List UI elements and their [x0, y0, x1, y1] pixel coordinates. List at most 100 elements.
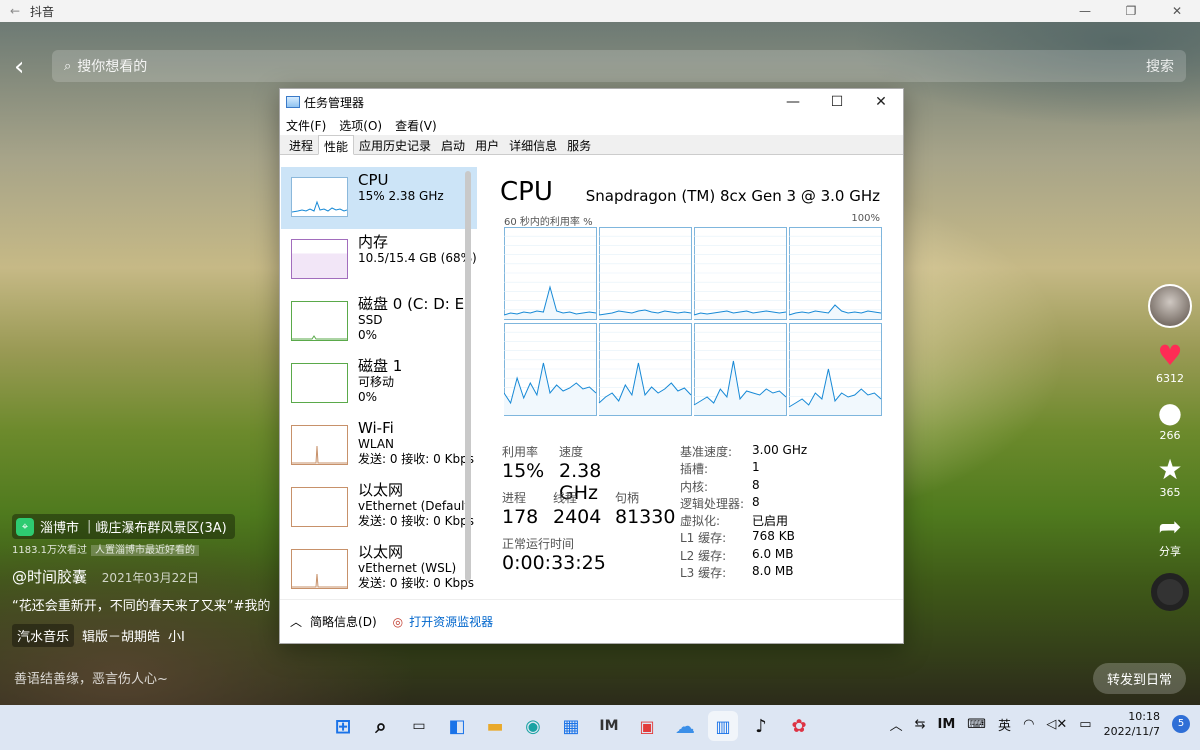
- cpu-core-graph-frame: [694, 227, 787, 320]
- video-description: “花还会重新开，不同的春天来了又来”#我的: [12, 599, 271, 614]
- windows-start-icon[interactable]: ⊞: [328, 711, 358, 741]
- minimize-button[interactable]: —: [1062, 4, 1108, 18]
- tab-details[interactable]: 详细信息: [504, 135, 562, 154]
- mute-speaker-icon[interactable]: ◁✕: [1046, 717, 1067, 732]
- resource-list-scrollbar[interactable]: [465, 171, 471, 581]
- share-button[interactable]: ➦ 分享: [1140, 511, 1200, 559]
- music-tag: 汽水音乐: [12, 624, 75, 647]
- resource-ethernet-default[interactable]: 以太网 vEthernet (Default 发送: 0 接收: 0 Kbps: [281, 477, 477, 539]
- location-visits: 1183.1万次看过 人置淄博市最近好看的: [12, 541, 270, 556]
- resource-disk0[interactable]: 磁盘 0 (C: D: E: SSD 0%: [281, 291, 477, 353]
- share-label: 分享: [1159, 545, 1181, 558]
- task-manager-taskbar-icon[interactable]: ▥: [708, 711, 738, 741]
- battery-icon[interactable]: ▭: [1079, 717, 1091, 732]
- comment-icon: ●: [1157, 396, 1183, 429]
- share-arrow-icon: ➦: [1158, 510, 1182, 543]
- cpu-core-graphs: [504, 227, 882, 419]
- tab-app-history[interactable]: 应用历史记录: [354, 135, 436, 154]
- wifi-thumbnail: [291, 425, 348, 465]
- favorite-count: 365: [1159, 486, 1181, 499]
- tm-minimize-button[interactable]: —: [771, 94, 815, 110]
- wifi-icon[interactable]: ◠: [1023, 717, 1034, 732]
- resource-cpu[interactable]: CPU 15% 2.38 GHz: [281, 167, 477, 229]
- post-date: 2021年03月22日: [101, 571, 199, 585]
- music-info[interactable]: 汽水音乐 辑版－胡期皓 小I: [12, 624, 270, 647]
- back-arrow-icon[interactable]: ←: [0, 4, 30, 18]
- tm-close-button[interactable]: ✕: [859, 94, 903, 110]
- cpu-core-graph-frame: [599, 227, 692, 320]
- file-explorer-icon[interactable]: ▬: [480, 711, 510, 741]
- star-icon: ★: [1157, 453, 1183, 486]
- task-view-icon[interactable]: ▭: [404, 711, 434, 741]
- like-button[interactable]: ♥ 6312: [1140, 340, 1200, 386]
- fewer-details-button[interactable]: 简略信息(D): [310, 613, 377, 630]
- resource-ethernet-wsl[interactable]: 以太网 vEthernet (WSL) 发送: 0 接收: 0 Kbps: [281, 539, 477, 599]
- tm-menubar: 文件(F) 选项(O) 查看(V): [280, 115, 903, 135]
- cpu-model: Snapdragon (TM) 8cx Gen 3 @ 3.0 GHz: [585, 187, 880, 205]
- stat-uptime: 正常运行时间 0:00:33:25: [502, 537, 606, 574]
- keyboard-icon[interactable]: ⌨: [967, 717, 986, 732]
- chevron-up-icon[interactable]: ︿: [290, 613, 302, 630]
- chevron-up-tray-icon[interactable]: ︿: [890, 715, 903, 734]
- clock[interactable]: 10:18 2022/11/7: [1104, 709, 1160, 739]
- music-artist: 小I: [168, 630, 185, 645]
- search-icon[interactable]: ⌕: [366, 711, 396, 741]
- tab-startup[interactable]: 启动: [436, 135, 470, 154]
- close-button[interactable]: ✕: [1154, 4, 1200, 18]
- tab-performance[interactable]: 性能: [318, 135, 355, 155]
- stat-processes: 进程 178: [502, 491, 539, 528]
- app-m-icon[interactable]: IM: [594, 711, 624, 741]
- author-name[interactable]: @时间胶囊 2021年03月22日: [12, 566, 270, 587]
- util-graph-label: 60 秒内的利用率 %: [504, 217, 593, 228]
- menu-options[interactable]: 选项(O): [339, 117, 382, 134]
- forward-button[interactable]: 转发到日常: [1092, 663, 1186, 694]
- notification-badge[interactable]: 5: [1172, 715, 1190, 733]
- window-title: 抖音: [30, 4, 55, 19]
- open-resource-monitor-link[interactable]: 打开资源监视器: [409, 613, 493, 630]
- widgets-icon[interactable]: ◧: [442, 711, 472, 741]
- music-name: 辑版－胡期皓: [82, 630, 161, 645]
- music-disc-icon[interactable]: [1151, 573, 1189, 611]
- location-tag[interactable]: ⌖ 淄博市 | 峨庄瀑布群风景区(3A): [12, 514, 235, 539]
- ime-indicator[interactable]: 英: [998, 715, 1011, 734]
- settings-sliders-icon[interactable]: ⇆: [915, 717, 926, 732]
- location-ad: 人置淄博市最近好看的: [91, 545, 199, 556]
- search-button[interactable]: 搜索: [1146, 56, 1174, 76]
- author-avatar[interactable]: [1148, 284, 1192, 328]
- comment-button[interactable]: ● 266: [1140, 396, 1200, 443]
- tab-services[interactable]: 服务: [562, 135, 596, 154]
- douyin-titlebar: ← 抖音 — ❐ ✕: [0, 0, 1200, 22]
- search-bar[interactable]: ⌕ 搜你想看的 搜索: [52, 50, 1186, 82]
- favorite-button[interactable]: ★ 365: [1140, 453, 1200, 500]
- menu-file[interactable]: 文件(F): [286, 117, 326, 134]
- disk0-thumbnail: [291, 301, 348, 341]
- resource-disk1[interactable]: 磁盘 1 可移动 0%: [281, 353, 477, 415]
- task-manager-icon: [286, 96, 300, 108]
- tm-maximize-button[interactable]: ☐: [815, 94, 859, 110]
- stat-threads: 线程 2404: [553, 491, 602, 528]
- tab-users[interactable]: 用户: [470, 135, 504, 154]
- tab-processes[interactable]: 进程: [284, 135, 318, 154]
- like-count: 6312: [1156, 372, 1184, 385]
- video-info: ⌖ 淄博市 | 峨庄瀑布群风景区(3A) 1183.1万次看过 人置淄博市最近好看…: [12, 514, 270, 647]
- restore-button[interactable]: ❐: [1108, 4, 1154, 18]
- cloud-icon[interactable]: ☁: [670, 711, 700, 741]
- stat-utilization: 利用率 15%: [502, 445, 545, 482]
- disk1-thumbnail: [291, 363, 348, 403]
- edge-browser-icon[interactable]: ◉: [518, 711, 548, 741]
- menu-view[interactable]: 查看(V): [395, 117, 437, 134]
- paint-app-icon[interactable]: ✿: [784, 711, 814, 741]
- resource-wifi[interactable]: Wi-Fi WLAN 发送: 0 接收: 0 Kbps: [281, 415, 477, 477]
- util-graph-max: 100%: [851, 213, 880, 224]
- app-m-tray-icon[interactable]: IM: [938, 717, 956, 732]
- task-manager-window: 任务管理器 — ☐ ✕ 文件(F) 选项(O) 查看(V) 进程 性能 应用历史…: [279, 88, 904, 644]
- cpu-heading: CPU: [500, 177, 553, 207]
- back-chevron-icon[interactable]: ‹: [14, 52, 24, 82]
- comment-hint[interactable]: 善语结善缘，恶言伤人心~: [14, 668, 168, 687]
- microsoft-store-icon[interactable]: ▦: [556, 711, 586, 741]
- tm-footer: ︿ 简略信息(D) ◎ 打开资源监视器: [280, 599, 903, 643]
- search-input[interactable]: 搜你想看的: [77, 56, 1146, 76]
- douyin-icon[interactable]: ♪: [746, 711, 776, 741]
- huawei-appgallery-icon[interactable]: ▣: [632, 711, 662, 741]
- resource-memory[interactable]: 内存 10.5/15.4 GB (68%): [281, 229, 477, 291]
